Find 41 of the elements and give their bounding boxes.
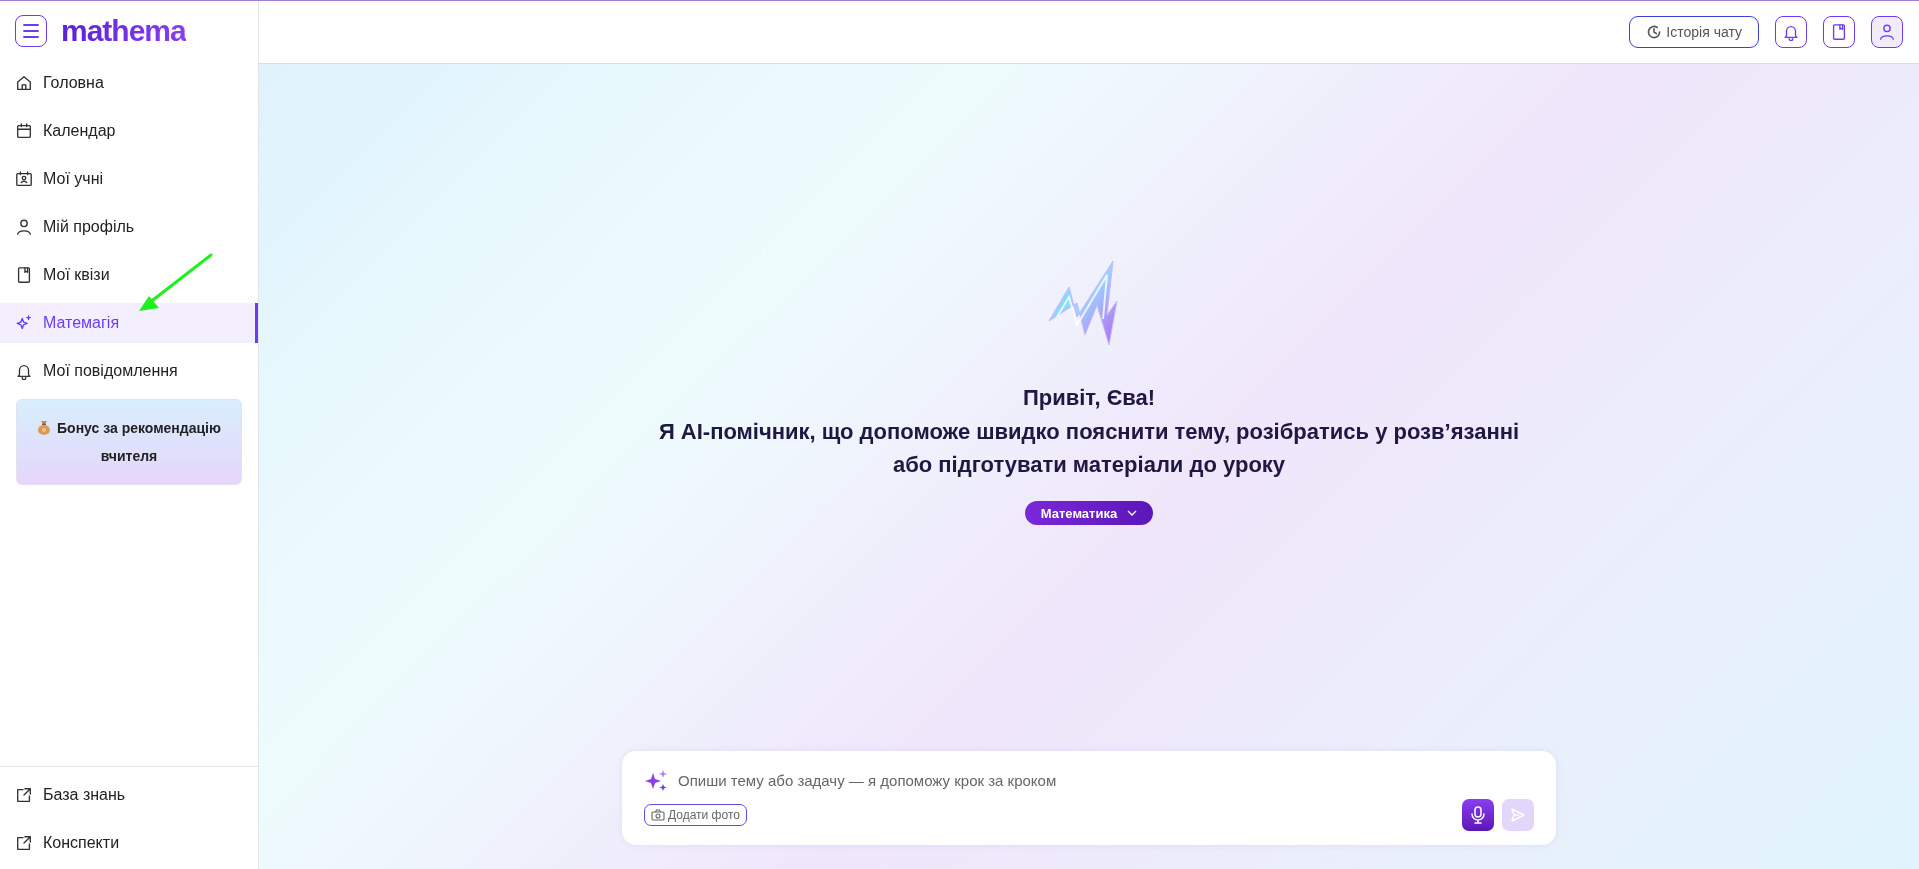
book-button[interactable] — [1823, 16, 1855, 48]
home-icon — [15, 74, 33, 92]
menu-icon — [22, 23, 40, 39]
greeting: Привіт, Єва! — [1022, 385, 1156, 412]
sidebar-link[interactable]: Конспекти — [0, 823, 258, 863]
external-link-icon — [15, 834, 33, 852]
sidebar-item[interactable]: Мої квізи — [0, 255, 258, 295]
send-icon — [1510, 807, 1526, 823]
intro-text: Я AI-помічник, що допоможе швидко пояснити тему, розібратись у розв’язанні або підготувати матеріали до уроку — [657, 418, 1521, 480]
bell-icon — [15, 362, 33, 380]
clock-icon — [1646, 24, 1663, 40]
notifications-button[interactable] — [1775, 16, 1807, 48]
chat-input[interactable]: Опиши тему або задачу — я допоможу крок за кроком — [676, 768, 1534, 793]
sidebar-item[interactable]: Головна — [0, 63, 258, 103]
money-bag-icon — [37, 420, 52, 435]
external-link-icon — [15, 786, 33, 804]
sidebar-item[interactable]: Мої учні — [0, 159, 258, 199]
book-icon — [15, 266, 33, 284]
book-icon — [1830, 23, 1848, 41]
profile-button[interactable] — [1871, 16, 1903, 48]
person-icon — [1878, 23, 1896, 41]
person-icon — [15, 218, 33, 236]
bonus-banner[interactable]: Бонус за рекомендацію вчителя — [16, 399, 242, 485]
menu-button[interactable] — [15, 15, 47, 47]
microphone-icon — [1470, 806, 1486, 824]
microphone-button[interactable] — [1462, 799, 1494, 831]
sidebar-link[interactable]: База знань — [0, 775, 258, 815]
subject-dropdown[interactable]: Математика — [1024, 501, 1154, 526]
sidebar-item[interactable]: Календар — [0, 111, 258, 151]
chevron-down-icon — [1127, 510, 1138, 517]
sidebar-item[interactable]: Матемагія — [0, 303, 258, 343]
camera-icon — [651, 809, 665, 821]
bell-icon — [1782, 23, 1800, 41]
sidebar-item[interactable]: Мої повідомлення — [0, 351, 258, 391]
id-card-icon — [15, 170, 33, 188]
sparkle-icon — [644, 768, 668, 793]
sparkle-icon — [15, 314, 33, 332]
add-photo-button[interactable]: Додати фото — [644, 804, 747, 826]
chat-history-button[interactable]: Історія чату — [1629, 16, 1759, 48]
calendar-icon — [15, 122, 33, 140]
sidebar-item[interactable]: Мій профіль — [0, 207, 258, 247]
